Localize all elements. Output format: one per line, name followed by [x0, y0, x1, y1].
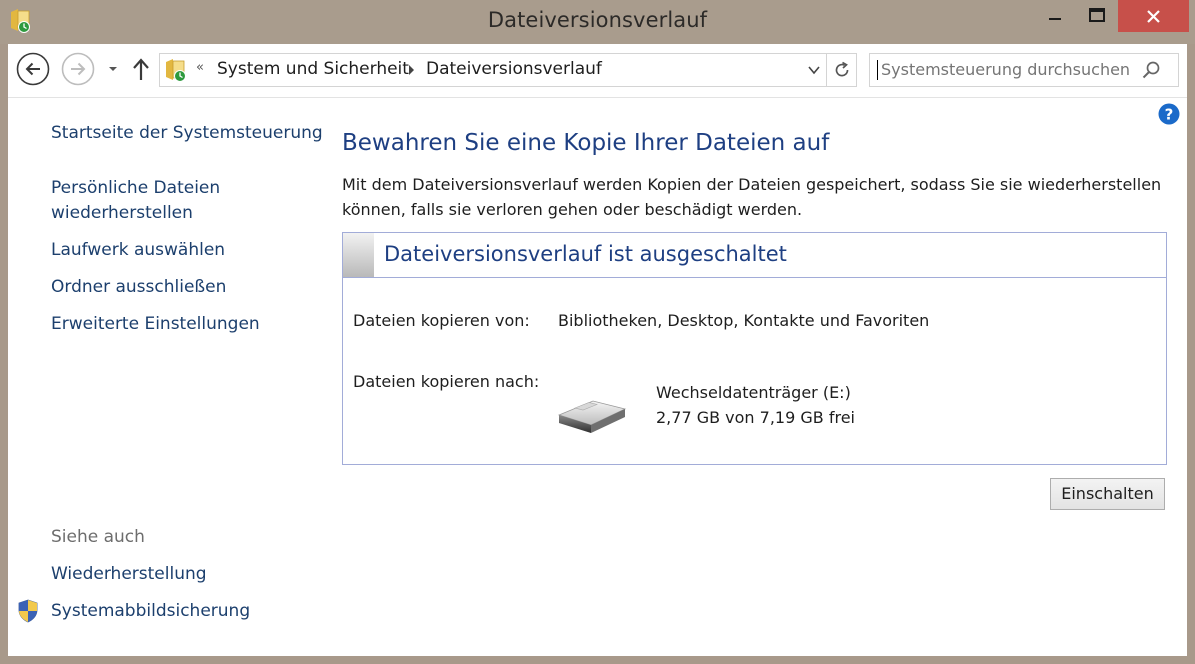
help-icon[interactable]: ?	[1158, 103, 1180, 125]
link-system-image-backup[interactable]: Systemabbildsicherung	[51, 599, 250, 624]
link-exclude-folders[interactable]: Ordner ausschließen	[51, 275, 226, 300]
breadcrumb-separator-icon[interactable]	[406, 64, 416, 76]
turn-on-button[interactable]: Einschalten	[1050, 478, 1165, 510]
uac-shield-icon	[18, 599, 38, 623]
link-restore-personal-files[interactable]: Persönliche Dateien wiederherstellen	[51, 176, 220, 226]
back-arrow-icon[interactable]	[16, 52, 50, 86]
page-title: Bewahren Sie eine Kopie Ihrer Dateien au…	[342, 130, 830, 156]
search-box[interactable]	[869, 53, 1179, 87]
text-caret	[877, 60, 878, 80]
copy-from-label: Dateien kopieren von:	[353, 311, 530, 330]
status-title: Dateiversionsverlauf ist ausgeschaltet	[384, 242, 787, 266]
breadcrumb-file-history[interactable]: Dateiversionsverlauf	[426, 59, 602, 79]
copy-from-value: Bibliotheken, Desktop, Kontakte und Favo…	[558, 311, 930, 330]
file-history-location-icon	[166, 59, 186, 82]
minimize-icon	[1049, 18, 1061, 20]
maximize-icon	[1089, 8, 1105, 22]
title-bar: Dateiversionsverlauf	[0, 0, 1195, 44]
close-button[interactable]	[1118, 0, 1189, 32]
svg-text:?: ?	[1165, 106, 1174, 124]
file-history-status-panel: Dateiversionsverlauf ist ausgeschaltet D…	[342, 232, 1167, 465]
page-description: Mit dem Dateiversionsverlauf werden Kopi…	[342, 175, 1162, 219]
link-select-drive[interactable]: Laufwerk auswählen	[51, 238, 225, 263]
search-input[interactable]	[881, 60, 1131, 79]
drive-free-space: 2,77 GB von 7,19 GB frei	[656, 408, 855, 427]
breadcrumb-system-security[interactable]: System und Sicherheit	[217, 59, 409, 79]
link-recovery[interactable]: Wiederherstellung	[51, 562, 207, 587]
address-divider	[826, 54, 827, 86]
address-bar[interactable]: « System und Sicherheit Dateiversionsver…	[159, 53, 857, 87]
close-icon	[1147, 10, 1160, 23]
window-title: Dateiversionsverlauf	[487, 8, 708, 32]
forward-arrow-icon[interactable]	[61, 52, 95, 86]
link-advanced-settings[interactable]: Erweiterte Einstellungen	[51, 312, 260, 337]
see-also-heading: Siehe auch	[51, 527, 145, 547]
status-indicator-bar	[343, 233, 374, 277]
recent-locations-chevron-icon[interactable]	[106, 62, 120, 76]
breadcrumb-overflow[interactable]: «	[196, 60, 204, 75]
minimize-button[interactable]	[1035, 0, 1075, 32]
link-control-panel-home[interactable]: Startseite der Systemsteuerung	[51, 121, 323, 146]
refresh-icon[interactable]	[832, 60, 852, 80]
navigation-bar: « System und Sicherheit Dateiversionsver…	[8, 44, 1187, 98]
search-icon[interactable]	[1140, 59, 1162, 81]
maximize-button[interactable]	[1077, 0, 1117, 32]
status-panel-header: Dateiversionsverlauf ist ausgeschaltet	[343, 233, 1166, 278]
removable-drive-icon	[557, 400, 627, 433]
copy-to-label: Dateien kopieren nach:	[353, 372, 540, 391]
drive-name: Wechseldatenträger (E:)	[656, 383, 851, 402]
address-dropdown-chevron-icon[interactable]	[806, 62, 822, 78]
window-client-area: « System und Sicherheit Dateiversionsver…	[8, 44, 1187, 656]
up-arrow-icon[interactable]	[130, 56, 152, 82]
